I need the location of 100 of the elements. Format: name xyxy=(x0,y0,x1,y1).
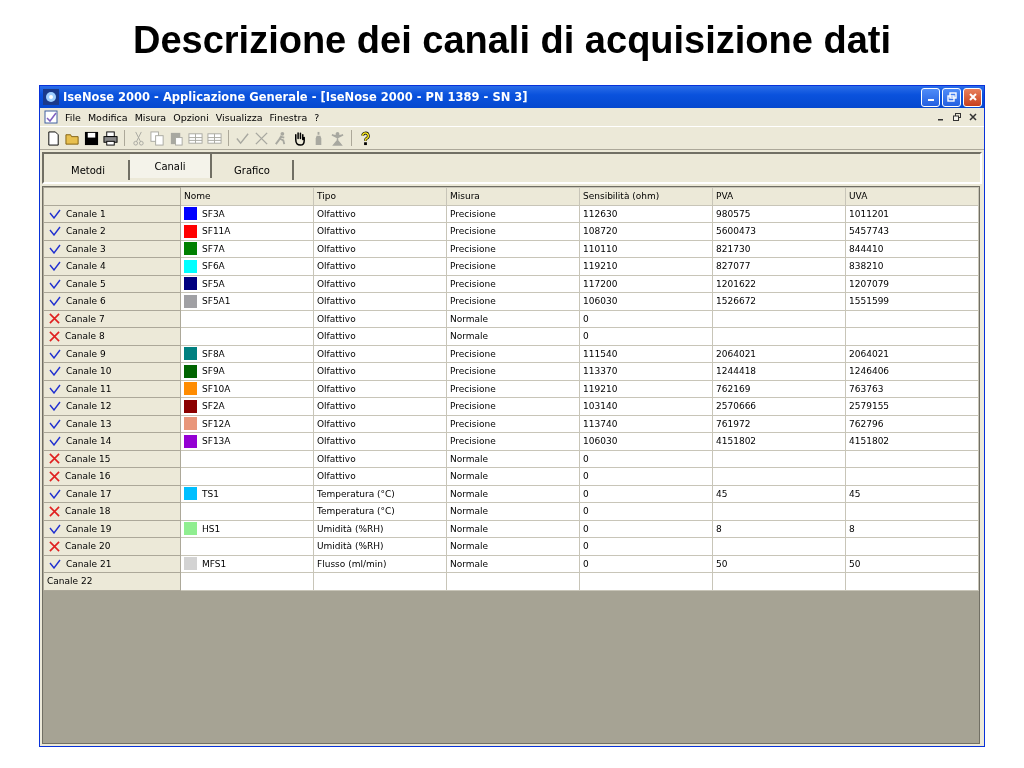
table-cell: 8 xyxy=(849,523,855,534)
table-cell: Precisione xyxy=(450,296,496,307)
table-cell: Olfattivo xyxy=(317,226,356,237)
table-cell: Normale xyxy=(450,331,489,342)
table-cell: 0 xyxy=(583,313,589,324)
minimize-button[interactable] xyxy=(921,87,940,107)
row-label: Canale 19 xyxy=(66,523,112,534)
table-cell: SF13A xyxy=(202,436,231,447)
column-header: PVA xyxy=(712,187,846,205)
row-label: Canale 3 xyxy=(66,243,106,254)
save-icon[interactable] xyxy=(84,130,99,146)
table-cell: 1244418 xyxy=(716,366,757,377)
table-cell: 1207079 xyxy=(849,278,890,289)
table-cell: 106030 xyxy=(583,296,618,307)
table-cell: Temperatura (°C) xyxy=(317,506,395,517)
table-cell: Olfattivo xyxy=(317,471,356,482)
menu-item[interactable]: Finestra xyxy=(269,111,308,123)
table-cell: 980575 xyxy=(716,208,751,219)
table-cell: HS1 xyxy=(202,523,221,534)
row-label: Canale 17 xyxy=(66,488,112,499)
table-cell: 761972 xyxy=(716,418,751,429)
table-cell: 45 xyxy=(849,488,861,499)
table-cell: Normale xyxy=(450,488,489,499)
table-cell: 50 xyxy=(716,558,728,569)
table-cell: 0 xyxy=(583,558,589,569)
table-cell: 1201622 xyxy=(716,278,757,289)
table-cell: Olfattivo xyxy=(317,243,356,254)
table-cell: Olfattivo xyxy=(317,208,356,219)
table-cell: 103140 xyxy=(583,401,618,412)
table-cell: Normale xyxy=(450,471,489,482)
table-cell: 0 xyxy=(583,471,589,482)
table-cell: SF8A xyxy=(202,348,225,359)
table-cell: Precisione xyxy=(450,401,496,412)
menu-item[interactable]: File xyxy=(65,111,81,123)
table-cell: 5457743 xyxy=(849,226,890,237)
column-header: Nome xyxy=(180,187,314,205)
table-cell: Olfattivo xyxy=(317,383,356,394)
help-icon[interactable] xyxy=(358,130,373,146)
row-label: Canale 11 xyxy=(66,383,112,394)
table-cell: Olfattivo xyxy=(317,418,356,429)
menu-item[interactable]: ? xyxy=(314,111,320,123)
column-header: Misura xyxy=(446,187,580,205)
table-cell: Umidità (%RH) xyxy=(317,523,384,534)
table-cell: 113740 xyxy=(583,418,618,429)
table-cell: Precisione xyxy=(450,366,496,377)
restore-icon xyxy=(946,92,957,102)
table-cell: 113370 xyxy=(583,366,618,377)
table-cell: 2064021 xyxy=(849,348,890,359)
menu-item[interactable]: Opzioni xyxy=(173,111,209,123)
printer-icon[interactable] xyxy=(103,130,118,146)
row-label: Canale 22 xyxy=(47,576,93,587)
table-cell: SF5A1 xyxy=(202,296,231,307)
row-label: Canale 21 xyxy=(66,558,112,569)
restore-button[interactable] xyxy=(942,87,961,107)
table-cell: SF6A xyxy=(202,261,225,272)
hand-icon[interactable] xyxy=(292,130,307,146)
menu-item[interactable]: Modifica xyxy=(87,111,128,123)
row-label: Canale 5 xyxy=(66,278,106,289)
restore-button[interactable] xyxy=(950,110,964,124)
table-cell: MFS1 xyxy=(202,558,227,569)
table-cell: Olfattivo xyxy=(317,261,356,272)
new-file-icon[interactable] xyxy=(46,130,61,146)
restore-icon xyxy=(953,113,961,121)
table-cell: 106030 xyxy=(583,436,618,447)
close-icon xyxy=(967,92,978,102)
table-cell: Olfattivo xyxy=(317,313,356,324)
row-label: Canale 16 xyxy=(65,471,111,482)
table-cell: 112630 xyxy=(583,208,618,219)
close-button[interactable] xyxy=(963,87,982,107)
table-cell: 4151802 xyxy=(716,436,757,447)
table-cell: 119210 xyxy=(583,261,618,272)
table-cell: SF3A xyxy=(202,208,225,219)
table-cell: Olfattivo xyxy=(317,296,356,307)
table-cell: 821730 xyxy=(716,243,751,254)
table-cell: 763763 xyxy=(849,383,884,394)
menu-item[interactable]: Misura xyxy=(134,111,167,123)
table-cell: Normale xyxy=(450,313,489,324)
tab[interactable]: Canali xyxy=(130,154,212,178)
table-cell: 1551599 xyxy=(849,296,890,307)
table-cell: 0 xyxy=(583,506,589,517)
row-label: Canale 18 xyxy=(65,506,111,517)
table-cell: Olfattivo xyxy=(317,401,356,412)
minimize-icon xyxy=(927,99,934,101)
table-cell: SF9A xyxy=(202,366,225,377)
table-cell: Normale xyxy=(450,453,489,464)
table-cell: Normale xyxy=(450,558,489,569)
row-label: Canale 12 xyxy=(66,401,112,412)
window-title: IseNose 2000 - Applicazione Generale - [IseNose 2000 - PN 1389 - SN 3] xyxy=(63,90,528,104)
table-cell: SF12A xyxy=(202,418,231,429)
menu-item[interactable]: Visualizza xyxy=(215,111,263,123)
row-label: Canale 7 xyxy=(65,313,105,324)
column-header: Sensibilità (ohm) xyxy=(579,187,713,205)
row-label: Canale 10 xyxy=(66,366,112,377)
table-cell: 111540 xyxy=(583,348,618,359)
row-label: Canale 15 xyxy=(65,453,111,464)
table-cell: SF5A xyxy=(202,278,225,289)
table-cell: Normale xyxy=(450,523,489,534)
table-cell: 827077 xyxy=(716,261,751,272)
table-cell: 0 xyxy=(583,453,589,464)
table-cell: 50 xyxy=(849,558,861,569)
